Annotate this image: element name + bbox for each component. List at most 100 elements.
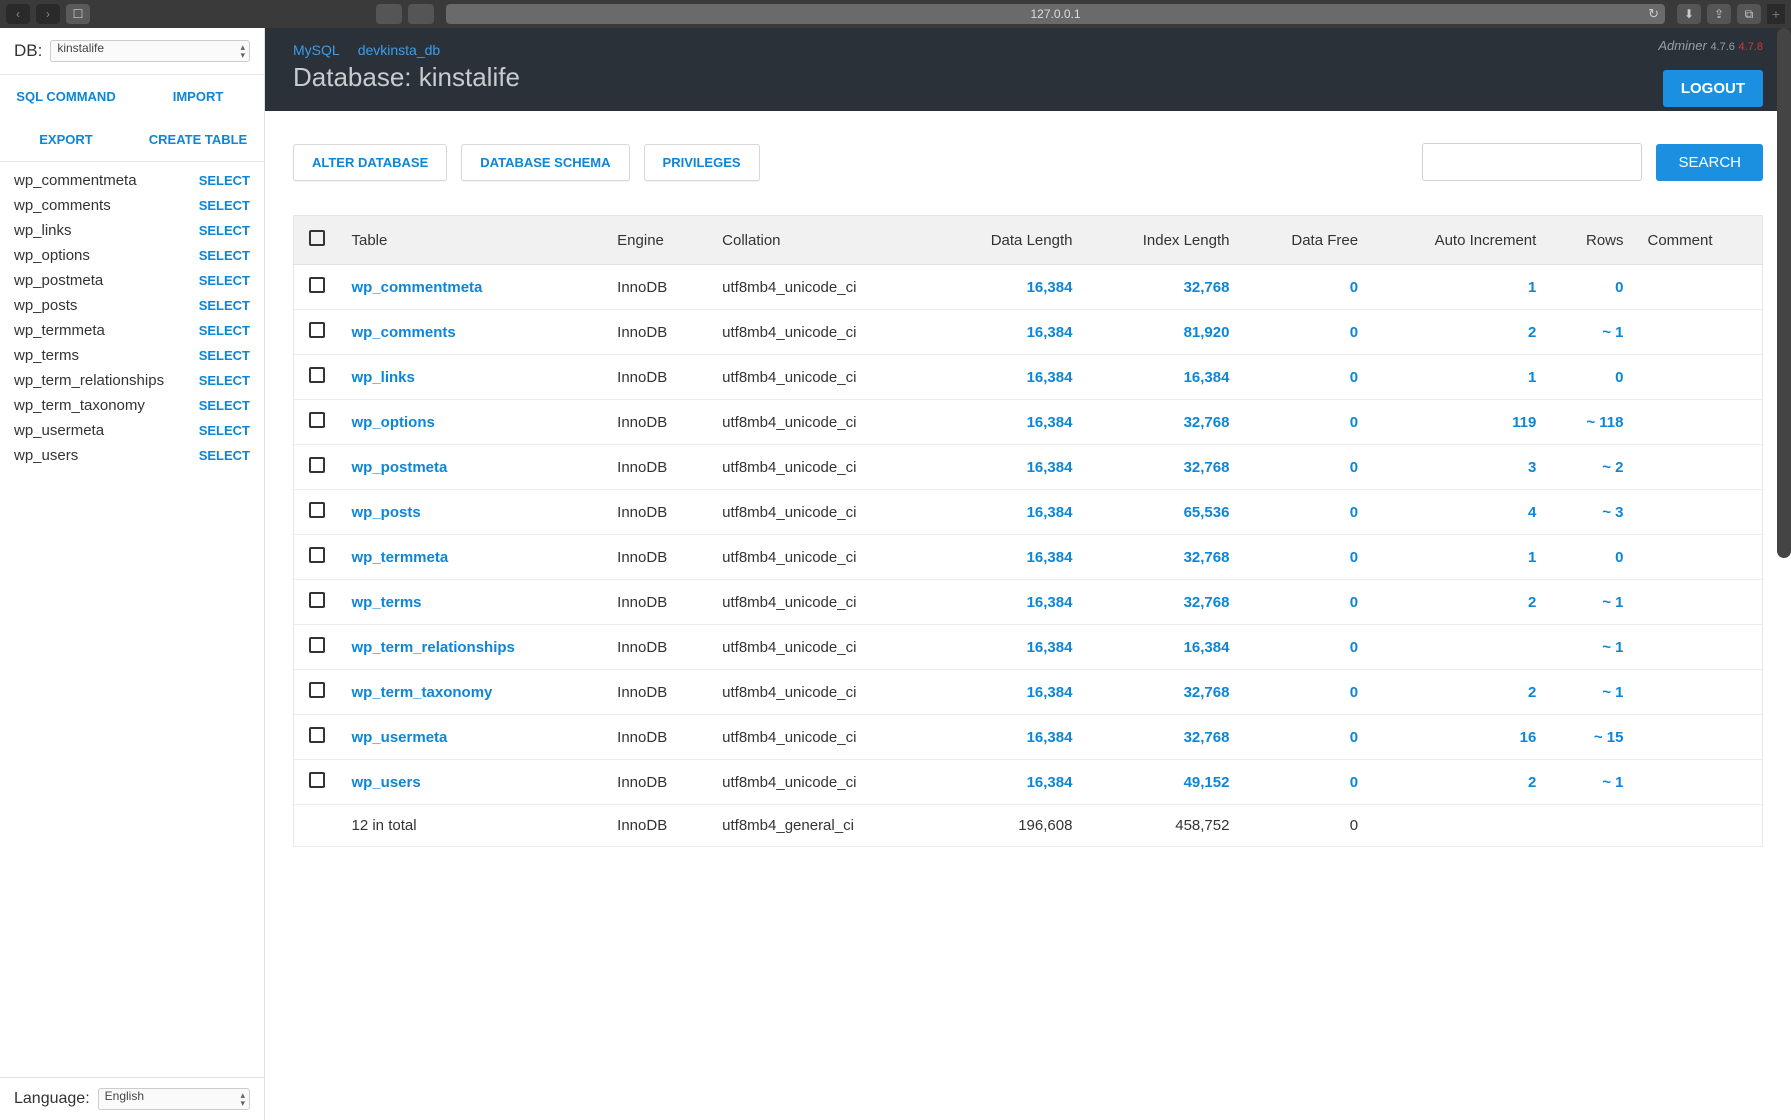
cell-index-length[interactable]: 65,536 <box>1084 490 1241 535</box>
table-link[interactable]: wp_posts <box>352 504 421 521</box>
sidebar-table-name[interactable]: wp_posts <box>14 297 77 314</box>
row-checkbox[interactable] <box>309 772 325 788</box>
cell-index-length[interactable]: 16,384 <box>1084 355 1241 400</box>
share-icon[interactable]: ⇪ <box>1707 4 1731 24</box>
logout-button[interactable]: LOGOUT <box>1663 70 1763 107</box>
row-checkbox[interactable] <box>309 592 325 608</box>
cell-data-length[interactable]: 16,384 <box>935 715 1085 760</box>
cell-data-free[interactable]: 0 <box>1241 715 1370 760</box>
cell-auto-inc[interactable]: 1 <box>1370 535 1548 580</box>
reader-mode-icon[interactable] <box>408 4 434 24</box>
cell-data-free[interactable]: 0 <box>1241 580 1370 625</box>
table-link[interactable]: wp_options <box>352 414 435 431</box>
cell-data-length[interactable]: 16,384 <box>935 445 1085 490</box>
row-checkbox[interactable] <box>309 277 325 293</box>
col-table[interactable]: Table <box>340 216 606 265</box>
cell-data-length[interactable]: 16,384 <box>935 400 1085 445</box>
col-auto-inc[interactable]: Auto Increment <box>1370 216 1548 265</box>
sidebar-select-link[interactable]: SELECT <box>199 423 250 438</box>
cell-rows[interactable]: 0 <box>1548 535 1635 580</box>
cell-data-free[interactable]: 0 <box>1241 625 1370 670</box>
cell-data-length[interactable]: 16,384 <box>935 535 1085 580</box>
database-schema-button[interactable]: DATABASE SCHEMA <box>461 144 629 181</box>
cell-data-length[interactable]: 16,384 <box>935 760 1085 805</box>
cell-rows[interactable]: ~ 118 <box>1548 400 1635 445</box>
nav-back-icon[interactable]: ‹ <box>6 4 30 24</box>
cell-index-length[interactable]: 32,768 <box>1084 445 1241 490</box>
breadcrumb-server[interactable]: MySQL <box>293 42 340 58</box>
sidebar-select-link[interactable]: SELECT <box>199 448 250 463</box>
row-checkbox[interactable] <box>309 322 325 338</box>
sidebar-table-name[interactable]: wp_termmeta <box>14 322 105 339</box>
cell-data-length[interactable]: 16,384 <box>935 265 1085 310</box>
sidebar-table-name[interactable]: wp_term_relationships <box>14 372 164 389</box>
table-link[interactable]: wp_users <box>352 774 421 791</box>
cell-index-length[interactable]: 81,920 <box>1084 310 1241 355</box>
cell-rows[interactable]: ~ 1 <box>1548 580 1635 625</box>
cell-data-free[interactable]: 0 <box>1241 400 1370 445</box>
sidebar-select-link[interactable]: SELECT <box>199 273 250 288</box>
table-link[interactable]: wp_term_relationships <box>352 639 515 656</box>
alter-database-button[interactable]: ALTER DATABASE <box>293 144 447 181</box>
sidebar-toggle-icon[interactable]: ☐ <box>66 4 90 24</box>
sidebar-select-link[interactable]: SELECT <box>199 223 250 238</box>
cell-rows[interactable]: 0 <box>1548 265 1635 310</box>
cell-index-length[interactable]: 16,384 <box>1084 625 1241 670</box>
url-bar[interactable]: 127.0.0.1 ↻ <box>446 4 1665 24</box>
sidebar-select-link[interactable]: SELECT <box>199 198 250 213</box>
cell-rows[interactable]: ~ 15 <box>1548 715 1635 760</box>
cell-auto-inc[interactable] <box>1370 625 1548 670</box>
col-engine[interactable]: Engine <box>605 216 710 265</box>
cell-index-length[interactable]: 32,768 <box>1084 580 1241 625</box>
search-input[interactable] <box>1422 143 1642 181</box>
search-button[interactable]: SEARCH <box>1656 144 1763 181</box>
table-link[interactable]: wp_commentmeta <box>352 279 483 296</box>
col-collation[interactable]: Collation <box>710 216 934 265</box>
table-link[interactable]: wp_comments <box>352 324 456 341</box>
cell-auto-inc[interactable]: 2 <box>1370 670 1548 715</box>
cell-data-length[interactable]: 16,384 <box>935 490 1085 535</box>
privileges-button[interactable]: PRIVILEGES <box>644 144 760 181</box>
cell-auto-inc[interactable]: 1 <box>1370 265 1548 310</box>
cell-auto-inc[interactable]: 4 <box>1370 490 1548 535</box>
sidebar-table-name[interactable]: wp_usermeta <box>14 422 104 439</box>
sidebar-select-link[interactable]: SELECT <box>199 398 250 413</box>
cell-data-free[interactable]: 0 <box>1241 445 1370 490</box>
table-link[interactable]: wp_terms <box>352 594 422 611</box>
sidebar-table-name[interactable]: wp_options <box>14 247 90 264</box>
cell-data-free[interactable]: 0 <box>1241 310 1370 355</box>
col-rows[interactable]: Rows <box>1548 216 1635 265</box>
row-checkbox[interactable] <box>309 547 325 563</box>
row-checkbox[interactable] <box>309 682 325 698</box>
cell-index-length[interactable]: 32,768 <box>1084 400 1241 445</box>
download-icon[interactable]: ⬇ <box>1677 4 1701 24</box>
breadcrumb-db[interactable]: devkinsta_db <box>358 42 441 58</box>
col-data-free[interactable]: Data Free <box>1241 216 1370 265</box>
create-table-link[interactable]: CREATE TABLE <box>132 118 264 161</box>
cell-data-free[interactable]: 0 <box>1241 535 1370 580</box>
sidebar-select-link[interactable]: SELECT <box>199 373 250 388</box>
cell-auto-inc[interactable]: 3 <box>1370 445 1548 490</box>
cell-rows[interactable]: ~ 1 <box>1548 310 1635 355</box>
import-link[interactable]: IMPORT <box>132 75 264 118</box>
col-index-length[interactable]: Index Length <box>1084 216 1241 265</box>
cell-rows[interactable]: 0 <box>1548 355 1635 400</box>
col-comment[interactable]: Comment <box>1636 216 1763 265</box>
export-link[interactable]: EXPORT <box>0 118 132 161</box>
cell-rows[interactable]: ~ 2 <box>1548 445 1635 490</box>
cell-data-length[interactable]: 16,384 <box>935 355 1085 400</box>
row-checkbox[interactable] <box>309 727 325 743</box>
cell-auto-inc[interactable]: 16 <box>1370 715 1548 760</box>
sidebar-table-name[interactable]: wp_term_taxonomy <box>14 397 145 414</box>
nav-forward-icon[interactable]: › <box>36 4 60 24</box>
cell-index-length[interactable]: 32,768 <box>1084 535 1241 580</box>
sidebar-table-name[interactable]: wp_postmeta <box>14 272 103 289</box>
privacy-shield-icon[interactable] <box>376 4 402 24</box>
cell-rows[interactable]: ~ 1 <box>1548 625 1635 670</box>
table-link[interactable]: wp_term_taxonomy <box>352 684 493 701</box>
cell-data-length[interactable]: 16,384 <box>935 580 1085 625</box>
row-checkbox[interactable] <box>309 457 325 473</box>
cell-data-length[interactable]: 16,384 <box>935 670 1085 715</box>
sidebar-select-link[interactable]: SELECT <box>199 248 250 263</box>
cell-auto-inc[interactable]: 119 <box>1370 400 1548 445</box>
